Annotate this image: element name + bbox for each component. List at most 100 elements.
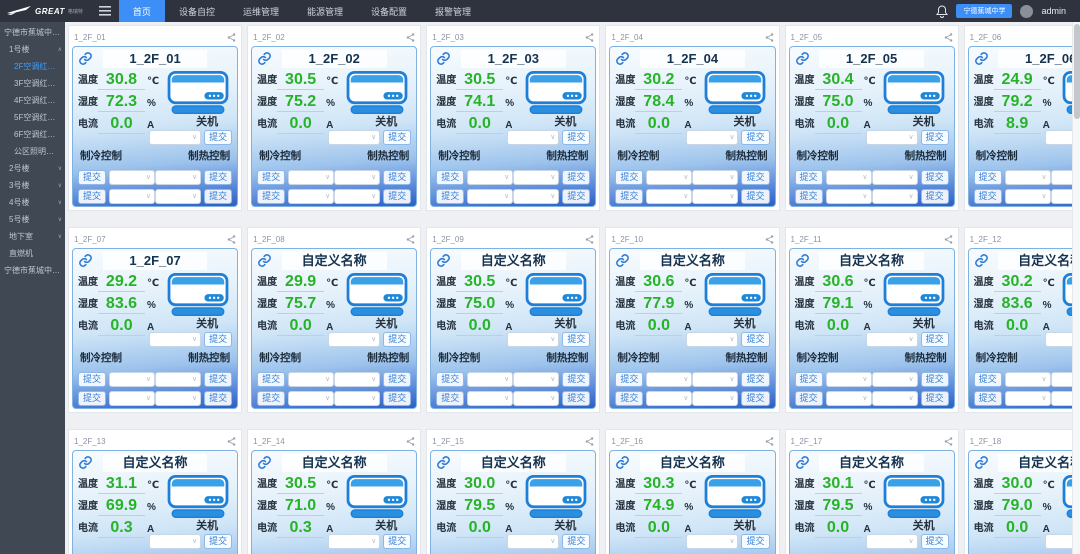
- heating-submit-button[interactable]: 提交: [921, 391, 949, 406]
- link-icon[interactable]: [257, 253, 272, 268]
- cooling-submit-button[interactable]: 提交: [78, 391, 106, 406]
- power-submit-button[interactable]: 提交: [741, 130, 769, 145]
- heating-select[interactable]: [872, 372, 918, 387]
- cooling-select[interactable]: [1005, 189, 1051, 204]
- cooling-submit-button[interactable]: 提交: [795, 372, 823, 387]
- power-select[interactable]: [686, 332, 738, 347]
- share-icon[interactable]: [765, 33, 774, 42]
- sidebar-item[interactable]: 1号楼 ∧: [0, 41, 65, 58]
- heating-submit-button[interactable]: 提交: [562, 170, 590, 185]
- sidebar-item[interactable]: 4号楼 ∨: [0, 194, 65, 211]
- cooling-submit-button[interactable]: 提交: [795, 189, 823, 204]
- cooling-select[interactable]: [826, 170, 872, 185]
- heating-select[interactable]: [872, 170, 918, 185]
- share-icon[interactable]: [944, 235, 953, 244]
- power-select[interactable]: [328, 332, 380, 347]
- sidebar-item[interactable]: 3号楼 ∨: [0, 177, 65, 194]
- power-select[interactable]: [149, 332, 201, 347]
- nav-item[interactable]: 设备自控: [165, 0, 229, 22]
- heating-select[interactable]: [334, 189, 380, 204]
- cooling-submit-button[interactable]: 提交: [257, 372, 285, 387]
- cooling-submit-button[interactable]: 提交: [974, 372, 1002, 387]
- heating-select[interactable]: [334, 391, 380, 406]
- share-icon[interactable]: [765, 437, 774, 446]
- cooling-select[interactable]: [826, 391, 872, 406]
- share-icon[interactable]: [406, 33, 415, 42]
- power-submit-button[interactable]: 提交: [204, 332, 232, 347]
- cooling-select[interactable]: [826, 372, 872, 387]
- heating-select[interactable]: [513, 372, 559, 387]
- power-submit-button[interactable]: 提交: [562, 534, 590, 549]
- page-scrollbar[interactable]: [1072, 22, 1080, 554]
- power-select[interactable]: [507, 332, 559, 347]
- share-icon[interactable]: [585, 437, 594, 446]
- cooling-select[interactable]: [1005, 372, 1051, 387]
- heating-submit-button[interactable]: 提交: [204, 372, 232, 387]
- link-icon[interactable]: [436, 253, 451, 268]
- heating-select[interactable]: [513, 189, 559, 204]
- heating-select[interactable]: [1051, 170, 1072, 185]
- link-icon[interactable]: [78, 253, 93, 268]
- power-select[interactable]: [866, 534, 918, 549]
- heating-select[interactable]: [155, 189, 201, 204]
- power-submit-button[interactable]: 提交: [921, 534, 949, 549]
- heating-select[interactable]: [334, 372, 380, 387]
- cooling-submit-button[interactable]: 提交: [615, 189, 643, 204]
- share-icon[interactable]: [227, 33, 236, 42]
- cooling-select[interactable]: [288, 391, 334, 406]
- sidebar-item[interactable]: 地下室 ∨: [0, 228, 65, 245]
- heating-select[interactable]: [692, 391, 738, 406]
- link-icon[interactable]: [615, 455, 630, 470]
- power-select[interactable]: [866, 332, 918, 347]
- link-icon[interactable]: [78, 51, 93, 66]
- sidebar-item[interactable]: 2F空调红外控...: [0, 58, 65, 75]
- link-icon[interactable]: [436, 51, 451, 66]
- heating-submit-button[interactable]: 提交: [741, 170, 769, 185]
- heating-submit-button[interactable]: 提交: [204, 189, 232, 204]
- cooling-submit-button[interactable]: 提交: [436, 189, 464, 204]
- cooling-select[interactable]: [1005, 170, 1051, 185]
- cooling-select[interactable]: [288, 189, 334, 204]
- heating-submit-button[interactable]: 提交: [741, 372, 769, 387]
- heating-submit-button[interactable]: 提交: [741, 189, 769, 204]
- share-icon[interactable]: [944, 33, 953, 42]
- power-submit-button[interactable]: 提交: [921, 332, 949, 347]
- cooling-select[interactable]: [288, 170, 334, 185]
- heating-select[interactable]: [692, 170, 738, 185]
- power-select[interactable]: [507, 534, 559, 549]
- heating-select[interactable]: [692, 372, 738, 387]
- heating-select[interactable]: [155, 391, 201, 406]
- power-submit-button[interactable]: 提交: [741, 534, 769, 549]
- link-icon[interactable]: [795, 455, 810, 470]
- power-select[interactable]: [1045, 534, 1072, 549]
- cooling-submit-button[interactable]: 提交: [78, 170, 106, 185]
- heating-submit-button[interactable]: 提交: [383, 170, 411, 185]
- cooling-submit-button[interactable]: 提交: [436, 372, 464, 387]
- cooling-select[interactable]: [109, 391, 155, 406]
- heating-submit-button[interactable]: 提交: [383, 189, 411, 204]
- cooling-select[interactable]: [467, 189, 513, 204]
- heating-select[interactable]: [334, 170, 380, 185]
- power-submit-button[interactable]: 提交: [383, 534, 411, 549]
- heating-submit-button[interactable]: 提交: [921, 372, 949, 387]
- nav-item[interactable]: 设备配置: [357, 0, 421, 22]
- heating-submit-button[interactable]: 提交: [204, 391, 232, 406]
- link-icon[interactable]: [257, 51, 272, 66]
- power-submit-button[interactable]: 提交: [204, 534, 232, 549]
- power-select[interactable]: [686, 534, 738, 549]
- power-submit-button[interactable]: 提交: [562, 332, 590, 347]
- link-icon[interactable]: [257, 455, 272, 470]
- sidebar-item[interactable]: 5F空调红外控...: [0, 109, 65, 126]
- heating-select[interactable]: [513, 391, 559, 406]
- power-select[interactable]: [866, 130, 918, 145]
- link-icon[interactable]: [974, 253, 989, 268]
- heating-submit-button[interactable]: 提交: [562, 391, 590, 406]
- power-submit-button[interactable]: 提交: [921, 130, 949, 145]
- power-select[interactable]: [1045, 332, 1072, 347]
- heating-submit-button[interactable]: 提交: [562, 372, 590, 387]
- cooling-select[interactable]: [109, 170, 155, 185]
- heating-select[interactable]: [872, 189, 918, 204]
- avatar[interactable]: [1020, 5, 1033, 18]
- share-icon[interactable]: [227, 437, 236, 446]
- cooling-select[interactable]: [467, 391, 513, 406]
